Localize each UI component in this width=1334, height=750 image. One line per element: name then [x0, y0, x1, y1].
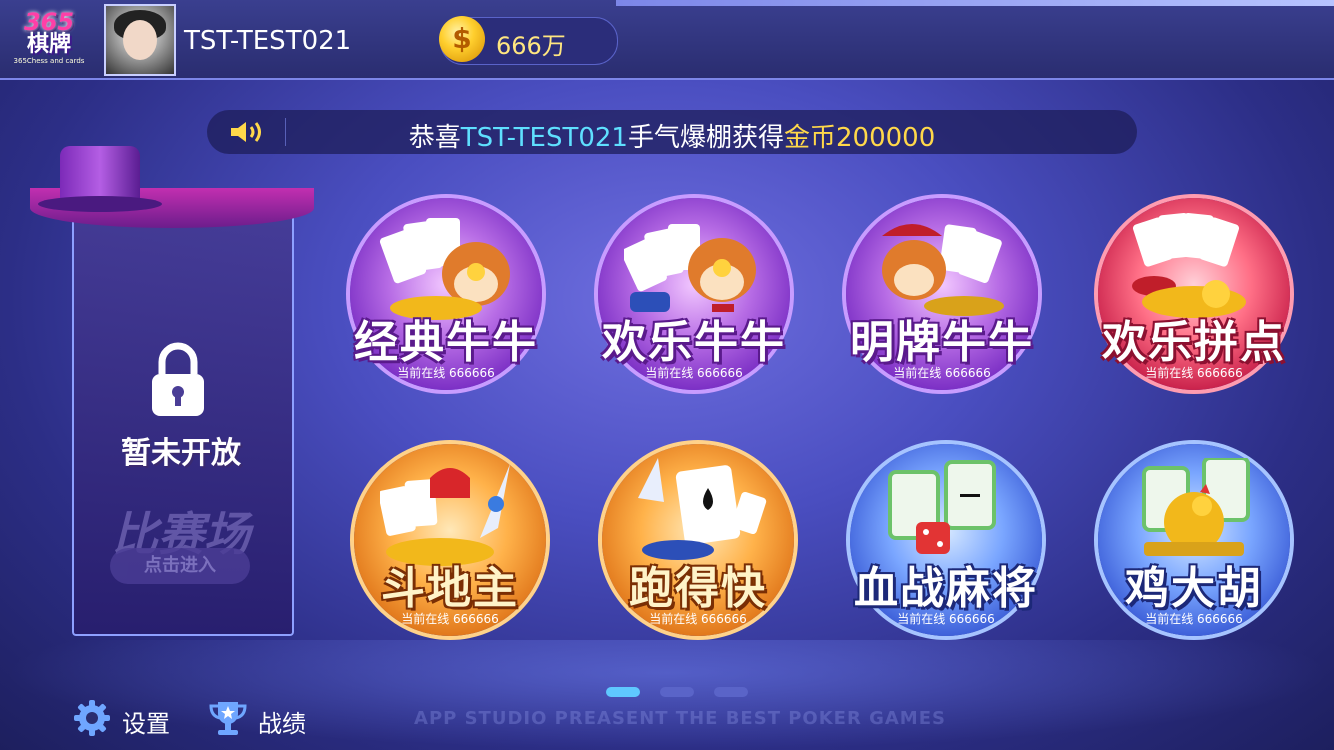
- game-title: 血战麻将: [854, 563, 1038, 614]
- announcement-user: TST-TEST021: [460, 123, 628, 153]
- game-online-count: 当前在线 666666: [645, 366, 743, 380]
- settings-label: 设置: [122, 710, 170, 738]
- locked-label: 暂未开放: [121, 436, 241, 471]
- logo-subtitle: 365Chess and cards: [13, 57, 85, 65]
- game-title: 经典牛牛: [354, 317, 538, 368]
- watermark-text: APP STUDIO PREASENT THE BEST POKER GAMES: [414, 708, 946, 729]
- record-label: 战绩: [258, 710, 306, 738]
- game-online-count: 当前在线 666666: [401, 612, 499, 626]
- page-dot-2[interactable]: [660, 687, 694, 697]
- settings-button[interactable]: 设置: [72, 698, 192, 738]
- game-tile-doudizhu[interactable]: 斗地主 当前在线 666666: [350, 440, 550, 640]
- game-title: 欢乐牛牛: [602, 317, 786, 368]
- gear-icon: [74, 700, 110, 736]
- gold-amount: 666万: [496, 32, 566, 60]
- logo-number: 365: [23, 8, 75, 36]
- game-tile-jidahu[interactable]: 鸡大胡 当前在线 666666: [1094, 440, 1294, 640]
- avatar-face: [123, 20, 157, 60]
- game-online-count: 当前在线 666666: [897, 612, 995, 626]
- game-online-count: 当前在线 666666: [893, 366, 991, 380]
- game-tile-open-niuniu[interactable]: 明牌牛牛 当前在线 666666: [842, 194, 1042, 394]
- lock-icon: [152, 342, 204, 416]
- game-tile-happy-pindian[interactable]: 欢乐拼点 当前在线 666666: [1094, 194, 1294, 394]
- game-online-count: 当前在线 666666: [397, 366, 495, 380]
- announcement-bar: 恭喜TST-TEST021手气爆棚获得金币200000: [207, 110, 1137, 154]
- game-tile-paodekuai[interactable]: 跑得快 当前在线 666666: [598, 440, 798, 640]
- record-button[interactable]: 战绩: [208, 698, 328, 738]
- top-bar: 365 棋牌 365Chess and cards TST-TEST021 $ …: [0, 0, 1334, 80]
- game-title: 明牌牛牛: [850, 317, 1034, 368]
- game-online-count: 当前在线 666666: [649, 612, 747, 626]
- avatar[interactable]: [104, 4, 176, 76]
- gold-coin-icon: $: [439, 16, 485, 62]
- game-online-count: 当前在线 666666: [1145, 612, 1243, 626]
- app-logo: 365 棋牌 365Chess and cards: [6, 6, 92, 72]
- game-online-count: 当前在线 666666: [1145, 366, 1243, 380]
- username: TST-TEST021: [184, 26, 352, 56]
- announcement-reward: 金币200000: [783, 123, 936, 153]
- game-tile-classic-niuniu[interactable]: 经典牛牛 当前在线 666666: [346, 194, 546, 394]
- gold-balance[interactable]: $ 666万: [439, 16, 618, 65]
- magic-hat-brim: [38, 196, 162, 212]
- trophy-icon: [209, 702, 247, 735]
- game-tile-happy-niuniu[interactable]: 欢乐牛牛 当前在线 666666: [594, 194, 794, 394]
- top-bar-decoration: [616, 0, 1334, 6]
- game-title: 斗地主: [381, 563, 519, 614]
- match-enter-button[interactable]: 点击进入: [110, 548, 250, 584]
- logo-text: 棋牌: [26, 32, 71, 57]
- page-dot-1[interactable]: [606, 687, 640, 697]
- page-dot-3[interactable]: [714, 687, 748, 697]
- announcement-text: 恭喜TST-TEST021手气爆棚获得金币200000: [207, 117, 1137, 154]
- game-tile-xuezhan-mahjong[interactable]: 血战麻将 当前在线 666666: [846, 440, 1046, 640]
- announcement-prefix: 恭喜: [408, 123, 461, 153]
- game-title: 欢乐拼点: [1102, 317, 1286, 368]
- announcement-middle: 手气爆棚获得: [627, 123, 784, 153]
- game-title: 跑得快: [629, 563, 767, 614]
- game-title: 鸡大胡: [1125, 563, 1263, 614]
